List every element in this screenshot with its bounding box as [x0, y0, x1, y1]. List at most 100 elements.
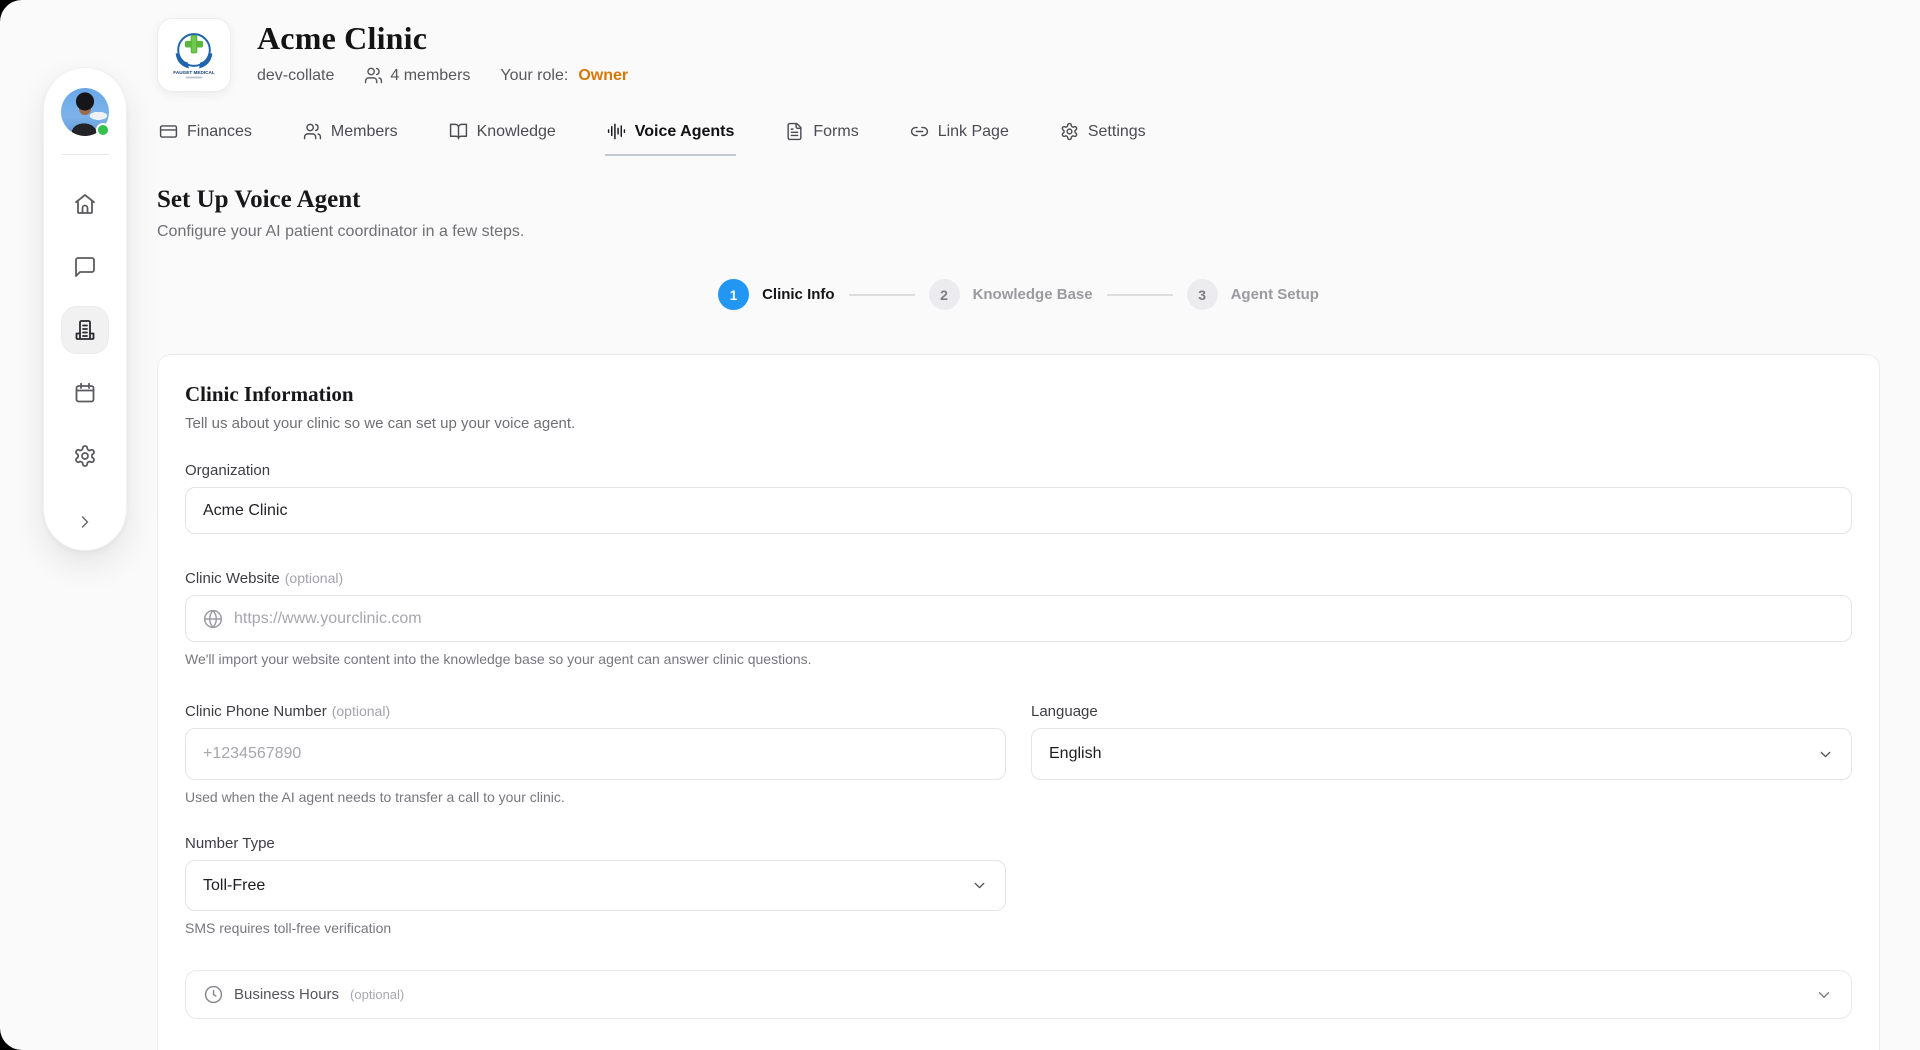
- forms-icon: [785, 122, 804, 141]
- rail-divider: [61, 154, 109, 155]
- rail-expand-button[interactable]: [61, 498, 109, 546]
- nav-home-button[interactable]: [61, 180, 109, 228]
- members-count-label: 4 members: [390, 67, 470, 85]
- role-badge: Owner: [578, 67, 628, 85]
- clinic-information-card: Clinic Information Tell us about your cl…: [157, 354, 1880, 1050]
- card-title: Clinic Information: [185, 382, 1852, 407]
- organization-label: Organization: [185, 462, 1852, 479]
- clinic-logo-image: FAUGET MEDICAL: [164, 25, 224, 85]
- step-number: 3: [1187, 279, 1218, 310]
- org-header: FAUGET MEDICAL Acme Clinic dev-collate 4…: [157, 18, 1880, 92]
- main-content: FAUGET MEDICAL Acme Clinic dev-collate 4…: [157, 0, 1920, 1050]
- clinic-logo: FAUGET MEDICAL: [157, 18, 231, 92]
- step-label: Clinic Info: [762, 286, 835, 303]
- website-label: Clinic Website (optional): [185, 570, 1852, 587]
- tab-members[interactable]: Members: [301, 118, 400, 156]
- website-label-text: Clinic Website: [185, 570, 280, 587]
- chevron-right-icon: [75, 512, 95, 532]
- nav-calendar-button[interactable]: [61, 369, 109, 417]
- finances-icon: [159, 122, 178, 141]
- tab-settings[interactable]: Settings: [1058, 118, 1148, 156]
- website-optional-tag: (optional): [285, 570, 343, 586]
- globe-icon: [203, 609, 223, 629]
- tab-label: Link Page: [938, 123, 1009, 141]
- organization-input[interactable]: Acme Clinic: [185, 487, 1852, 534]
- business-hours-optional-tag: (optional): [350, 987, 404, 1002]
- tab-label: Members: [331, 123, 398, 141]
- number-type-help-text: SMS requires toll-free verification: [185, 920, 1006, 936]
- phone-help-text: Used when the AI agent needs to transfer…: [185, 789, 1006, 805]
- business-hours-toggle[interactable]: Business Hours (optional): [185, 970, 1852, 1019]
- chevron-down-icon: [1815, 986, 1833, 1004]
- clinic-name: Acme Clinic: [257, 20, 628, 57]
- step-knowledge-base[interactable]: 2 Knowledge Base: [929, 279, 1093, 310]
- step-number: 1: [718, 279, 749, 310]
- link-page-icon: [910, 122, 929, 141]
- language-value: English: [1049, 745, 1101, 763]
- page-subtitle: Configure your AI patient coordinator in…: [157, 223, 1880, 241]
- step-label: Agent Setup: [1231, 286, 1319, 303]
- website-input[interactable]: https://www.yourclinic.com: [185, 595, 1852, 642]
- phone-label-text: Clinic Phone Number: [185, 703, 327, 720]
- voice-agents-icon: [607, 122, 626, 141]
- step-connector: [1107, 294, 1173, 296]
- org-slug: dev-collate: [257, 67, 334, 85]
- tab-label: Voice Agents: [635, 123, 735, 141]
- chevron-down-icon: [1817, 746, 1834, 763]
- number-type-row: Number Type Toll-Free SMS requires toll-…: [185, 835, 1852, 936]
- step-agent-setup[interactable]: 3 Agent Setup: [1187, 279, 1319, 310]
- role-label: Your role:: [500, 67, 568, 85]
- nav-organization-button[interactable]: [61, 306, 109, 354]
- number-type-select[interactable]: Toll-Free: [185, 860, 1006, 911]
- tab-label: Finances: [187, 123, 252, 141]
- tab-forms[interactable]: Forms: [783, 118, 860, 156]
- number-type-field-group: Number Type Toll-Free SMS requires toll-…: [185, 835, 1006, 936]
- tab-knowledge[interactable]: Knowledge: [447, 118, 558, 156]
- number-type-value: Toll-Free: [203, 877, 265, 895]
- number-type-label: Number Type: [185, 835, 1006, 852]
- app-window: FAUGET MEDICAL Acme Clinic dev-collate 4…: [0, 0, 1920, 1050]
- phone-field-group: Clinic Phone Number (optional) +123456789…: [185, 703, 1006, 805]
- tab-voice-agents[interactable]: Voice Agents: [605, 118, 737, 156]
- users-icon: [364, 66, 383, 85]
- step-connector: [849, 294, 915, 296]
- phone-optional-tag: (optional): [332, 703, 390, 719]
- svg-text:FAUGET MEDICAL: FAUGET MEDICAL: [173, 70, 215, 75]
- clock-icon: [204, 985, 223, 1004]
- empty-cell: [1031, 835, 1852, 936]
- phone-input[interactable]: +1234567890: [185, 728, 1006, 780]
- online-status-dot: [96, 123, 110, 137]
- nav-rail: [43, 67, 127, 551]
- tab-link-page[interactable]: Link Page: [908, 118, 1011, 156]
- nav-settings-button[interactable]: [61, 432, 109, 480]
- language-field-group: Language English: [1031, 703, 1852, 805]
- website-placeholder: https://www.yourclinic.com: [234, 610, 422, 628]
- organization-value: Acme Clinic: [203, 502, 287, 520]
- step-number: 2: [929, 279, 960, 310]
- nav-chat-button[interactable]: [61, 243, 109, 291]
- chevron-down-icon: [971, 877, 988, 894]
- chat-icon: [73, 255, 97, 279]
- card-subtitle: Tell us about your clinic so we can set …: [185, 415, 1852, 432]
- organization-icon: [73, 318, 97, 342]
- tab-label: Forms: [813, 123, 858, 141]
- phone-placeholder: +1234567890: [203, 745, 301, 763]
- knowledge-icon: [449, 122, 468, 141]
- organization-field-group: Organization Acme Clinic: [185, 462, 1852, 534]
- phone-label: Clinic Phone Number (optional): [185, 703, 1006, 720]
- gear-icon: [73, 444, 97, 468]
- step-clinic-info[interactable]: 1 Clinic Info: [718, 279, 835, 310]
- page-title: Set Up Voice Agent: [157, 186, 1880, 214]
- tab-label: Settings: [1088, 123, 1146, 141]
- language-label: Language: [1031, 703, 1852, 720]
- home-icon: [73, 192, 97, 216]
- members-count: 4 members: [364, 66, 470, 85]
- language-select[interactable]: English: [1031, 728, 1852, 780]
- website-field-group: Clinic Website (optional) https://www.you…: [185, 570, 1852, 667]
- user-avatar[interactable]: [61, 88, 109, 136]
- members-icon: [303, 122, 322, 141]
- phone-language-row: Clinic Phone Number (optional) +123456789…: [185, 703, 1852, 805]
- tab-finances[interactable]: Finances: [157, 118, 254, 156]
- tab-bar: Finances Members Knowledge Voice Agents: [157, 118, 1880, 156]
- website-help-text: We'll import your website content into t…: [185, 651, 1852, 667]
